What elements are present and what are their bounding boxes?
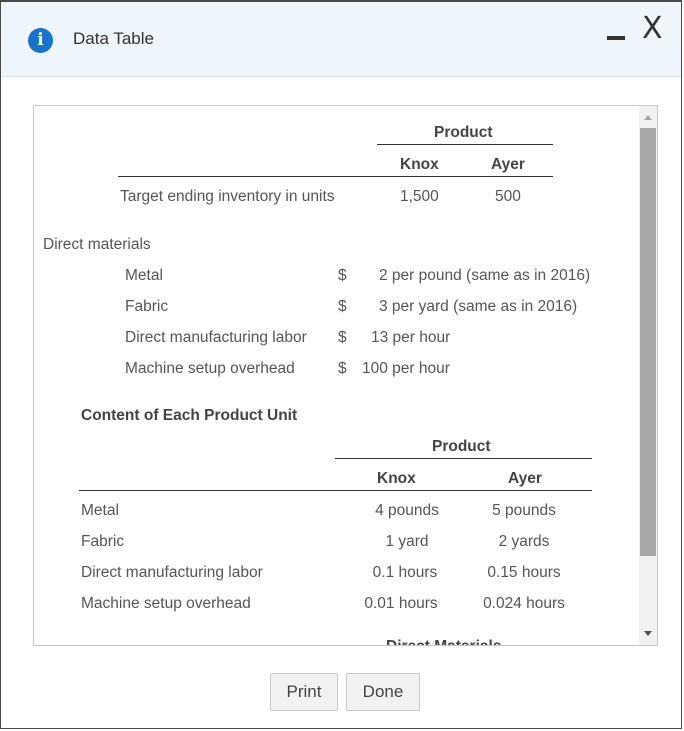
cut-off-heading: Direct Materials bbox=[386, 638, 501, 645]
dm-row-label: Metal bbox=[125, 267, 163, 284]
table2-row-ayer: 0.024 hours bbox=[483, 595, 565, 612]
table2-row-knox: 4 pounds bbox=[375, 502, 439, 519]
table2-col-ayer: Ayer bbox=[508, 470, 542, 487]
table2-col-knox: Knox bbox=[377, 470, 416, 487]
table2-row-label: Metal bbox=[81, 502, 119, 519]
table2-row-label: Fabric bbox=[81, 533, 125, 550]
minimize-icon bbox=[607, 36, 625, 40]
dm-row-currency: $ bbox=[338, 360, 347, 377]
dm-row-value: 3 per yard (same as in 2016) bbox=[379, 298, 578, 315]
table2-row-label: Machine setup overhead bbox=[81, 595, 251, 612]
direct-materials-heading: Direct materials bbox=[43, 236, 151, 253]
table2-row-knox: 0.1 hours bbox=[372, 564, 438, 581]
table1-col-knox: Knox bbox=[400, 156, 439, 173]
table2-row-knox: 1 yard bbox=[385, 533, 429, 550]
dm-row-currency: $ bbox=[338, 329, 347, 346]
table1-row-label: Target ending inventory in units bbox=[120, 188, 335, 205]
dialog-title: Data Table bbox=[73, 29, 154, 48]
table1-row-ayer: 500 bbox=[495, 188, 521, 205]
scroll-up-arrow-icon[interactable] bbox=[644, 115, 652, 120]
table2-row-ayer: 5 pounds bbox=[492, 502, 556, 519]
vertical-scrollbar[interactable] bbox=[639, 106, 657, 645]
dm-row-value: 100 per hour bbox=[362, 360, 450, 377]
dm-row-value: 13 per hour bbox=[371, 329, 451, 346]
done-button[interactable]: Done bbox=[346, 673, 420, 711]
data-table-dialog: i Data Table X Product Knox Ayer Target … bbox=[0, 0, 682, 729]
dm-row-currency: $ bbox=[338, 267, 347, 284]
table2-header: Product bbox=[432, 438, 491, 455]
dm-row-currency: $ bbox=[338, 298, 347, 315]
table2-col-rule bbox=[79, 490, 592, 491]
dm-row-label: Fabric bbox=[125, 298, 169, 315]
table1-col-rule bbox=[118, 176, 553, 177]
dm-row-label: Machine setup overhead bbox=[125, 360, 295, 377]
scroll-down-arrow-icon[interactable] bbox=[644, 631, 652, 636]
scrollable-content[interactable]: Product Knox Ayer Target ending inventor… bbox=[33, 105, 658, 646]
dm-row-value: 2 per pound (same as in 2016) bbox=[379, 267, 591, 284]
print-button[interactable]: Print bbox=[270, 673, 338, 711]
table2-row-ayer: 2 yards bbox=[498, 533, 550, 550]
dialog-titlebar: i Data Table X bbox=[1, 2, 681, 77]
table1-col-ayer: Ayer bbox=[491, 156, 525, 173]
table2-row-knox: 0.01 hours bbox=[364, 595, 438, 612]
table2-row-label: Direct manufacturing labor bbox=[81, 564, 263, 581]
table1-header-rule bbox=[377, 144, 553, 145]
table2-row-ayer: 0.15 hours bbox=[487, 564, 561, 581]
table1-header: Product bbox=[434, 124, 493, 141]
table1-row-knox: 1,500 bbox=[400, 188, 439, 205]
dm-row-label: Direct manufacturing labor bbox=[125, 329, 307, 346]
minimize-button[interactable] bbox=[607, 24, 627, 48]
table2-heading: Content of Each Product Unit bbox=[81, 407, 298, 424]
scrollbar-thumb[interactable] bbox=[640, 128, 656, 556]
info-icon: i bbox=[28, 28, 53, 53]
table2-header-rule bbox=[335, 458, 592, 459]
close-icon[interactable]: X bbox=[642, 14, 663, 44]
